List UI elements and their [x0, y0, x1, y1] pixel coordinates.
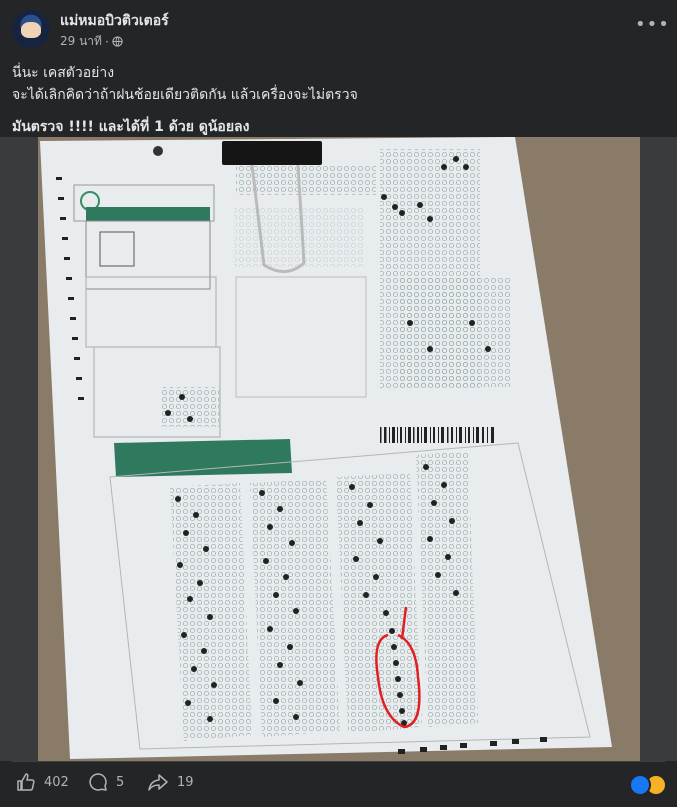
- like-reaction-icon: [629, 774, 651, 796]
- globe-icon: [112, 36, 123, 47]
- comment-count: 5: [116, 774, 125, 790]
- comment-button[interactable]: 5: [88, 772, 124, 792]
- share-count: 19: [177, 774, 194, 790]
- share-icon: [148, 774, 168, 791]
- post-header: แม่หมอบิวติวเตอร์ 29 นาที · •••: [0, 0, 677, 56]
- binder-clip: [222, 141, 322, 165]
- see-less-link[interactable]: ดูน้อยลง: [199, 119, 250, 135]
- share-button[interactable]: 19: [147, 772, 194, 792]
- more-options-icon[interactable]: •••: [635, 16, 669, 40]
- post-time[interactable]: 29 นาที: [60, 32, 102, 51]
- like-icon: [17, 773, 35, 791]
- like-button[interactable]: 402: [16, 772, 69, 792]
- author-name[interactable]: แม่หมอบิวติวเตอร์: [60, 10, 169, 32]
- meta-separator: ·: [104, 34, 109, 49]
- answer-sheet-photo: [0, 137, 677, 761]
- avatar[interactable]: [12, 10, 50, 48]
- post-text-line: จะได้เลิกคิดว่าถ้าฝนช้อยเดียวติดกัน แล้ว…: [12, 87, 358, 103]
- like-count: 402: [44, 774, 69, 790]
- post-meta: 29 นาที ·: [60, 32, 123, 51]
- action-bar: 402 5 19: [0, 762, 677, 807]
- post-text-bold: มันตรวจ !!!! และได้ที่ 1 ด้วย: [12, 119, 199, 135]
- comment-icon: [89, 773, 107, 791]
- post-text-line: มันตรวจ !!!! และได้ที่ 1 ด้วย ดูน้อยลง: [12, 116, 662, 138]
- instruction-banner: [114, 439, 292, 477]
- post-photo[interactable]: [0, 137, 677, 761]
- post-text: นี่นะ เคสตัวอย่าง จะได้เลิกคิดว่าถ้าฝนช้…: [12, 62, 662, 138]
- post-text-line: นี่นะ เคสตัวอย่าง: [12, 65, 115, 81]
- reaction-icons[interactable]: [629, 774, 667, 796]
